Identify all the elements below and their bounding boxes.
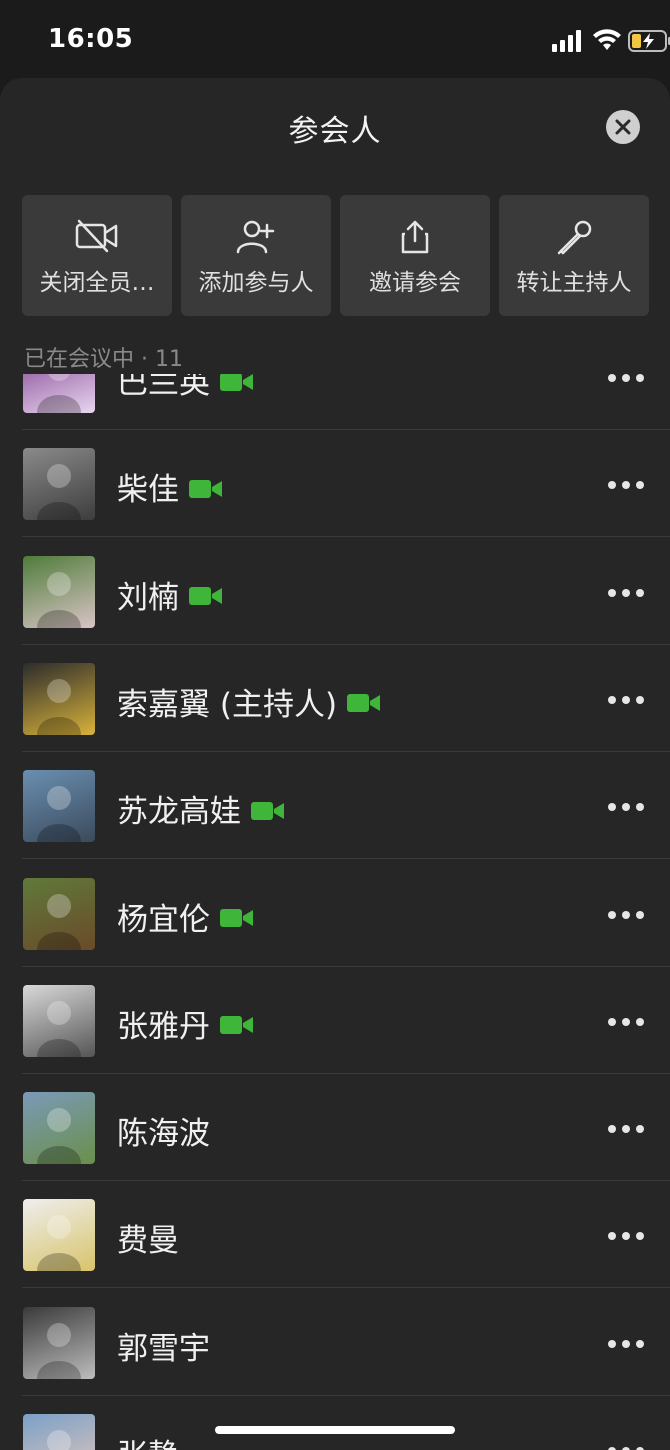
participant-name: 柴佳	[117, 464, 223, 509]
participant-name: 刘楠	[117, 572, 223, 617]
participant-name: 杨宜伦	[117, 894, 254, 939]
participant-name-text: 刘楠	[117, 579, 179, 616]
participant-row[interactable]: 刘楠	[0, 538, 670, 645]
action-bar: 关闭全员… 添加参与人 邀请参会 转让主持人	[22, 195, 650, 316]
avatar	[23, 1414, 95, 1450]
transfer-host-button[interactable]: 转让主持人	[499, 195, 649, 316]
avatar	[23, 555, 95, 628]
signal-icon	[552, 30, 581, 52]
more-options-icon[interactable]	[606, 802, 646, 812]
participant-name-text: 苏龙高娃	[117, 794, 241, 831]
status-bar: 16:05	[0, 0, 670, 80]
participant-row[interactable]: 苏龙高娃	[0, 752, 670, 860]
participant-name-text: 陈海波	[117, 1116, 210, 1153]
participant-row[interactable]: 郭雪宇	[0, 1289, 670, 1396]
participant-name: 张雅丹	[117, 1001, 254, 1046]
participant-row[interactable]: 柴佳	[0, 430, 670, 538]
status-time: 16:05	[48, 24, 134, 54]
action-label: 转让主持人	[516, 270, 632, 296]
participant-row[interactable]: 张静	[0, 1396, 670, 1450]
avatar	[23, 448, 95, 521]
in-meeting-count: 已在会议中 · 11	[24, 347, 183, 372]
participant-name-text: 费曼	[117, 1223, 179, 1260]
action-label: 添加参与人	[198, 270, 314, 296]
microphone-icon	[557, 220, 592, 255]
sheet-title: 参会人	[288, 114, 382, 149]
participant-name: 张静	[117, 1430, 179, 1450]
more-options-icon[interactable]	[606, 1339, 646, 1349]
participant-row[interactable]: 索嘉翼 (主持人)	[0, 645, 670, 752]
video-on-icon	[347, 694, 381, 713]
video-on-icon	[189, 587, 222, 606]
avatar	[23, 374, 95, 413]
close-button[interactable]	[606, 110, 640, 144]
more-options-icon[interactable]	[606, 1124, 646, 1134]
avatar	[23, 877, 95, 950]
more-options-icon[interactable]	[606, 910, 646, 920]
avatar	[23, 662, 95, 735]
share-icon	[401, 220, 429, 254]
add-person-icon	[236, 220, 275, 254]
participant-name-text: 郭雪宇	[117, 1330, 210, 1367]
action-label: 关闭全员…	[39, 270, 155, 296]
video-on-icon	[220, 909, 253, 927]
wifi-icon	[593, 29, 621, 50]
participant-row[interactable]: 巴兰英	[0, 374, 670, 430]
more-options-icon[interactable]	[606, 588, 646, 598]
participant-name-text: 张雅丹	[117, 1008, 210, 1045]
more-options-icon[interactable]	[606, 480, 646, 490]
participant-row[interactable]: 张雅丹	[0, 967, 670, 1074]
video-on-icon	[220, 374, 253, 391]
participant-name-text: 张静	[117, 1438, 179, 1450]
turn-off-all-cameras-button[interactable]: 关闭全员…	[22, 195, 172, 316]
participant-row[interactable]: 杨宜伦	[0, 860, 670, 967]
participant-name: 索嘉翼 (主持人)	[117, 679, 381, 724]
participant-row[interactable]: 陈海波	[0, 1074, 670, 1182]
more-options-icon[interactable]	[606, 1017, 646, 1027]
add-participant-button[interactable]: 添加参与人	[181, 195, 331, 316]
participant-name-text: 索嘉翼 (主持人)	[117, 686, 338, 723]
camera-off-icon	[75, 219, 118, 253]
avatar	[23, 1092, 95, 1165]
participant-list[interactable]: 巴兰英柴佳刘楠索嘉翼 (主持人) 苏龙高娃杨宜伦张雅丹陈海波费曼郭雪宇张静	[0, 374, 670, 1450]
video-on-icon	[220, 1016, 253, 1035]
participant-name: 巴兰英	[117, 374, 254, 402]
invite-button[interactable]: 邀请参会	[340, 195, 490, 316]
participant-name: 陈海波	[117, 1108, 210, 1153]
participant-name-text: 杨宜伦	[117, 901, 210, 938]
home-indicator	[215, 1426, 455, 1434]
avatar	[23, 984, 95, 1057]
video-on-icon	[189, 479, 222, 498]
participant-name: 费曼	[117, 1215, 179, 1260]
action-label: 邀请参会	[369, 270, 461, 296]
close-icon	[615, 119, 631, 135]
battery-charging-icon	[628, 30, 670, 52]
participant-row[interactable]: 费曼	[0, 1181, 670, 1289]
avatar	[23, 1199, 95, 1272]
more-options-icon[interactable]	[606, 1231, 646, 1241]
participant-name-text: 巴兰英	[117, 374, 210, 401]
more-options-icon[interactable]	[606, 1446, 646, 1450]
more-options-icon[interactable]	[606, 695, 646, 705]
avatar	[23, 770, 95, 843]
video-on-icon	[251, 801, 284, 820]
participant-name: 郭雪宇	[117, 1323, 210, 1368]
participant-name-text: 柴佳	[117, 472, 179, 509]
avatar	[23, 1306, 95, 1379]
more-options-icon[interactable]	[606, 374, 646, 383]
participant-name: 苏龙高娃	[117, 786, 285, 831]
